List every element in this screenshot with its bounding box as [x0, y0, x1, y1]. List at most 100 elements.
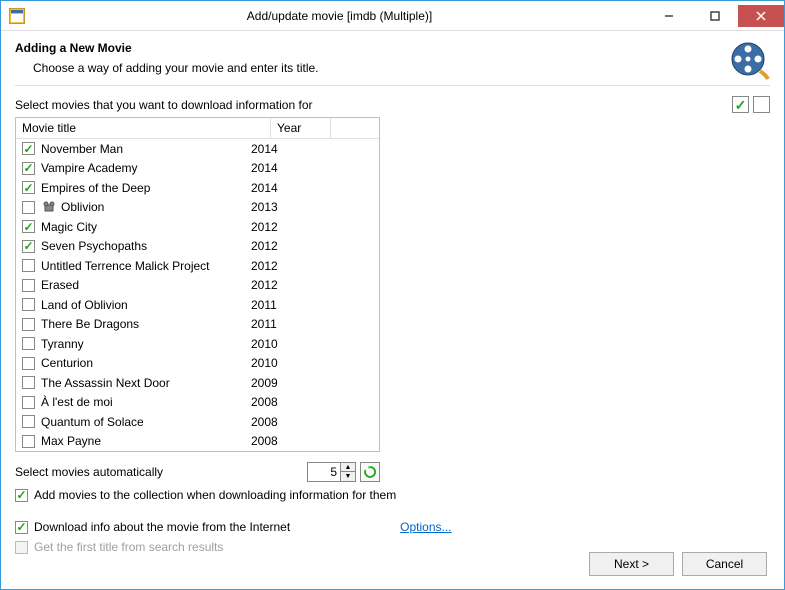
- table-row[interactable]: Erased2012: [16, 276, 379, 296]
- table-row[interactable]: Untitled Terrence Malick Project2012: [16, 256, 379, 276]
- next-button[interactable]: Next >: [589, 552, 674, 576]
- download-info-checkbox[interactable]: [15, 521, 28, 534]
- app-icon: [9, 8, 25, 24]
- row-checkbox[interactable]: [22, 220, 35, 233]
- close-button[interactable]: [738, 5, 784, 27]
- row-checkbox[interactable]: [22, 415, 35, 428]
- options-link[interactable]: Options...: [400, 520, 451, 534]
- cancel-button[interactable]: Cancel: [682, 552, 767, 576]
- select-bar-label: Select movies that you want to download …: [15, 98, 728, 112]
- download-info-label: Download info about the movie from the I…: [34, 520, 290, 534]
- spinner-down-icon[interactable]: ▼: [341, 472, 355, 481]
- row-title: The Assassin Next Door: [41, 376, 251, 390]
- row-year: 2013: [251, 200, 311, 214]
- window-title: Add/update movie [imdb (Multiple)]: [33, 9, 646, 23]
- table-row[interactable]: Empires of the Deep2014: [16, 178, 379, 198]
- row-title: Max Payne: [41, 434, 251, 448]
- row-title: Vampire Academy: [41, 161, 251, 175]
- row-checkbox[interactable]: [22, 240, 35, 253]
- add-collection-checkbox[interactable]: [15, 489, 28, 502]
- row-title: Land of Oblivion: [41, 298, 251, 312]
- row-year: 2014: [251, 142, 311, 156]
- row-checkbox[interactable]: [22, 396, 35, 409]
- table-row[interactable]: Vampire Academy2014: [16, 159, 379, 179]
- refresh-button[interactable]: [360, 462, 380, 482]
- opt-download-info[interactable]: Download info about the movie from the I…: [15, 520, 770, 534]
- row-year: 2011: [251, 317, 311, 331]
- table-row[interactable]: À l'est de moi2008: [16, 393, 379, 413]
- auto-select-input[interactable]: [308, 463, 340, 481]
- table-row[interactable]: Max Payne2008: [16, 432, 379, 452]
- movie-reel-icon: [730, 41, 770, 81]
- row-year: 2012: [251, 278, 311, 292]
- row-checkbox[interactable]: [22, 181, 35, 194]
- spinner-up-icon[interactable]: ▲: [341, 463, 355, 472]
- row-year: 2012: [251, 220, 311, 234]
- row-checkbox[interactable]: [22, 435, 35, 448]
- minimize-button[interactable]: [646, 5, 692, 27]
- row-year: 2014: [251, 161, 311, 175]
- select-all-checkbox[interactable]: [732, 96, 749, 113]
- col-year[interactable]: Year: [271, 118, 331, 138]
- row-checkbox[interactable]: [22, 279, 35, 292]
- row-checkbox[interactable]: [22, 162, 35, 175]
- col-movie-title[interactable]: Movie title: [16, 118, 271, 138]
- button-row: Next > Cancel: [589, 552, 767, 576]
- table-row[interactable]: The Assassin Next Door2009: [16, 373, 379, 393]
- table-body[interactable]: November Man2014Vampire Academy2014Empir…: [16, 139, 379, 451]
- row-title: Oblivion: [61, 200, 251, 214]
- row-year: 2014: [251, 181, 311, 195]
- titlebar[interactable]: Add/update movie [imdb (Multiple)]: [1, 1, 784, 31]
- opt-add-collection[interactable]: Add movies to the collection when downlo…: [15, 488, 770, 502]
- row-title: Magic City: [41, 220, 251, 234]
- refresh-icon: [364, 466, 376, 478]
- page-heading: Adding a New Movie: [15, 41, 722, 55]
- auto-select-row: Select movies automatically ▲ ▼: [15, 462, 380, 482]
- row-checkbox[interactable]: [22, 142, 35, 155]
- row-year: 2010: [251, 337, 311, 351]
- table-row[interactable]: November Man2014: [16, 139, 379, 159]
- table-row[interactable]: Quantum of Solace2008: [16, 412, 379, 432]
- table-row[interactable]: Oblivion2013: [16, 198, 379, 218]
- table-header: Movie title Year: [16, 118, 379, 139]
- table-row[interactable]: There Be Dragons2011: [16, 315, 379, 335]
- row-title: Untitled Terrence Malick Project: [41, 259, 251, 273]
- first-title-label: Get the first title from search results: [34, 540, 223, 554]
- row-title: Erased: [41, 278, 251, 292]
- row-title: Tyranny: [41, 337, 251, 351]
- row-title: Centurion: [41, 356, 251, 370]
- table-row[interactable]: Magic City2012: [16, 217, 379, 237]
- row-title: November Man: [41, 142, 251, 156]
- row-checkbox[interactable]: [22, 298, 35, 311]
- row-checkbox[interactable]: [22, 337, 35, 350]
- row-year: 2008: [251, 415, 311, 429]
- row-title: Quantum of Solace: [41, 415, 251, 429]
- movie-table: Movie title Year November Man2014Vampire…: [15, 117, 380, 452]
- row-year: 2011: [251, 298, 311, 312]
- table-row[interactable]: Land of Oblivion2011: [16, 295, 379, 315]
- deselect-all-checkbox[interactable]: [753, 96, 770, 113]
- row-checkbox[interactable]: [22, 318, 35, 331]
- table-row[interactable]: Seven Psychopaths2012: [16, 237, 379, 257]
- first-title-checkbox: [15, 541, 28, 554]
- row-title: Empires of the Deep: [41, 181, 251, 195]
- col-extra: [331, 118, 379, 138]
- maximize-button[interactable]: [692, 5, 738, 27]
- table-row[interactable]: Centurion2010: [16, 354, 379, 374]
- row-checkbox[interactable]: [22, 259, 35, 272]
- auto-select-label: Select movies automatically: [15, 465, 307, 479]
- add-collection-label: Add movies to the collection when downlo…: [34, 488, 396, 502]
- row-title: There Be Dragons: [41, 317, 251, 331]
- table-row[interactable]: Tyranny2010: [16, 334, 379, 354]
- row-checkbox[interactable]: [22, 201, 35, 214]
- row-year: 2012: [251, 239, 311, 253]
- auto-select-spinner[interactable]: ▲ ▼: [307, 462, 356, 482]
- row-title: Seven Psychopaths: [41, 239, 251, 253]
- row-checkbox[interactable]: [22, 376, 35, 389]
- row-year: 2008: [251, 434, 311, 448]
- row-year: 2008: [251, 395, 311, 409]
- divider: [15, 85, 770, 86]
- row-year: 2012: [251, 259, 311, 273]
- row-year: 2010: [251, 356, 311, 370]
- row-checkbox[interactable]: [22, 357, 35, 370]
